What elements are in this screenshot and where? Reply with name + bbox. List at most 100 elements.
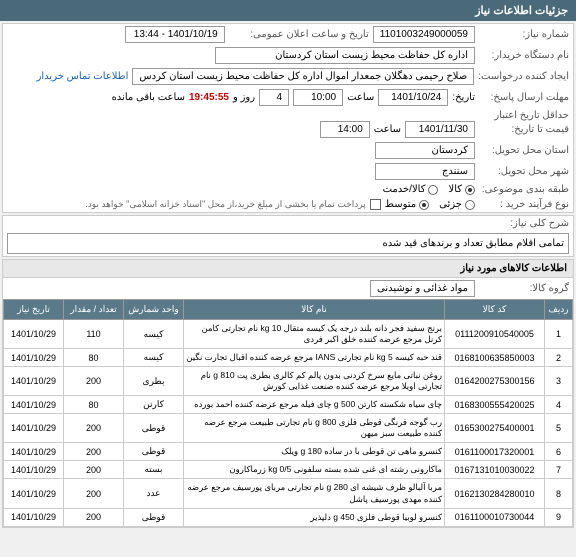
radio-partial[interactable]: جزئی (439, 199, 475, 210)
table-row: 30164200275300156روغن نباتی مایع سرخ کرد… (4, 367, 573, 396)
table-row: 20168100635850003قند حبه کیسه 5 kg نام ت… (4, 349, 573, 367)
creator-label: ایجاد کننده درخواست: (478, 71, 569, 82)
cell-name: رب گوجه فرنگی قوطی فلزی 800 g نام تجارتی… (184, 414, 445, 443)
payment-checkbox[interactable] (370, 199, 381, 210)
buyer-field: اداره کل حفاظت محیط زیست استان کردستان (215, 47, 475, 64)
cell-unit: کیسه (124, 320, 184, 349)
category-label: طبقه بندی موضوعی: (479, 184, 569, 195)
creator-field: صلاح رحیمی دهگلان جمعدار اموال اداره کل … (132, 68, 474, 85)
radio-dot-icon (465, 200, 475, 210)
cell-unit: بسته (124, 461, 184, 479)
radio-medium[interactable]: متوسط (385, 199, 429, 210)
province-field: کردستان (375, 142, 475, 159)
cell-row: 1 (545, 320, 573, 349)
radio-service[interactable]: کالا/خدمت (383, 184, 439, 195)
cell-unit: عدد (124, 479, 184, 508)
col-date: تاریخ نیاز (4, 300, 64, 320)
table-row: 80162130284280010مربا آلبالو ظرف شیشه ای… (4, 479, 573, 508)
cell-name: ماکارونی رشته ای غنی شده بسته سلفونی kg … (184, 461, 445, 479)
group-field: مواد غذائی و نوشیدنی (370, 280, 475, 297)
payment-note: پرداخت تمام یا بخشی از مبلغ خرید،از محل … (85, 199, 365, 210)
cell-code: 0111200910540005 (445, 320, 545, 349)
radio-dot-icon (465, 185, 475, 195)
cell-qty: 200 (64, 443, 124, 461)
validity-date: 1401/11/30 (405, 121, 475, 138)
deadline-date-label: تاریخ: (452, 92, 475, 103)
remaining-label: ساعت باقی مانده (112, 92, 185, 103)
desc-box: تمامی اقلام مطابق تعداد و برندهای قید شد… (7, 233, 569, 254)
col-qty: تعداد / مقدار (64, 300, 124, 320)
col-name: نام کالا (184, 300, 445, 320)
cell-unit: قوطی (124, 508, 184, 526)
cell-row: 7 (545, 461, 573, 479)
cell-row: 4 (545, 396, 573, 414)
cell-unit: قوطی (124, 443, 184, 461)
cell-code: 0167131010030022 (445, 461, 545, 479)
deadline-time: 10:00 (293, 89, 343, 106)
desc-label: شرح کلی نیاز: (479, 218, 569, 229)
cell-row: 8 (545, 479, 573, 508)
table-row: 50165300275400001رب گوجه فرنگی قوطی فلزی… (4, 414, 573, 443)
radio-goods[interactable]: کالا (448, 184, 475, 195)
validity-label2: قیمت تا تاریخ: (479, 124, 569, 135)
cell-date: 1401/10/29 (4, 367, 64, 396)
cell-date: 1401/10/29 (4, 414, 64, 443)
table-row: 40168300555420025چای سیاه شکسته کارتن 50… (4, 396, 573, 414)
process-label: نوع فرآیند خرید : (479, 199, 569, 210)
cell-date: 1401/10/29 (4, 508, 64, 526)
cell-qty: 200 (64, 414, 124, 443)
cell-code: 0168100635850003 (445, 349, 545, 367)
city-field: سنندج (375, 163, 475, 180)
col-unit: واحد شمارش (124, 300, 184, 320)
announce-field: 1401/10/19 - 13:44 (125, 26, 225, 43)
cell-name: برنج سفید فجر دانه بلند درجه یک کیسه متق… (184, 320, 445, 349)
contact-link[interactable]: اطلاعات تماس خریدار (37, 71, 129, 82)
cell-name: مربا آلبالو ظرف شیشه ای 280 g نام تجارتی… (184, 479, 445, 508)
table-row: 10111200910540005برنج سفید فجر دانه بلند… (4, 320, 573, 349)
radio-dot-icon (419, 200, 429, 210)
category-radio-group: کالا کالا/خدمت (383, 184, 475, 195)
cell-row: 5 (545, 414, 573, 443)
cell-qty: 110 (64, 320, 124, 349)
cell-unit: بطری (124, 367, 184, 396)
niaz-no-label: شماره نیاز: (479, 29, 569, 40)
cell-row: 9 (545, 508, 573, 526)
cell-date: 1401/10/29 (4, 461, 64, 479)
cell-date: 1401/10/29 (4, 349, 64, 367)
cell-row: 2 (545, 349, 573, 367)
group-label: گروه کالا: (479, 283, 569, 294)
remaining-days: 4 (259, 89, 289, 106)
col-row: ردیف (545, 300, 573, 320)
cell-date: 1401/10/29 (4, 479, 64, 508)
niaz-no-field: 1101003249000059 (373, 26, 475, 43)
buyer-label: نام دستگاه خریدار: (479, 50, 569, 61)
table-row: 70167131010030022ماکارونی رشته ای غنی شد… (4, 461, 573, 479)
cell-name: کنسرو لوبیا قوطی فلزی 450 g دلپذیر (184, 508, 445, 526)
table-row: 90161100010730044کنسرو لوبیا قوطی فلزی 4… (4, 508, 573, 526)
deadline-label: مهلت ارسال پاسخ: (479, 92, 569, 103)
cell-unit: کیسه (124, 349, 184, 367)
cell-code: 0165300275400001 (445, 414, 545, 443)
cell-unit: کارتن (124, 396, 184, 414)
cell-name: کنسرو ماهی تن قوطی با در ساده 180 g ویلک (184, 443, 445, 461)
announce-label: تاریخ و ساعت اعلان عمومی: (229, 29, 369, 40)
province-label: استان محل تحویل: (479, 145, 569, 156)
cell-code: 0161100017320001 (445, 443, 545, 461)
cell-date: 1401/10/29 (4, 396, 64, 414)
radio-dot-icon (428, 185, 438, 195)
cell-name: قند حبه کیسه 5 kg نام تجارتی IANS مرجع ع… (184, 349, 445, 367)
deadline-time-label: ساعت (347, 92, 374, 103)
col-code: کد کالا (445, 300, 545, 320)
cell-qty: 80 (64, 349, 124, 367)
cell-qty: 200 (64, 461, 124, 479)
countdown: 19:45:55 (189, 92, 229, 103)
remaining-days-label: روز و (233, 92, 255, 103)
city-label: شهر محل تحویل: (479, 166, 569, 177)
validity-time-label: ساعت (374, 124, 401, 135)
process-radio-group: جزئی متوسط (385, 199, 475, 210)
cell-code: 0161100010730044 (445, 508, 545, 526)
table-row: 60161100017320001کنسرو ماهی تن قوطی با د… (4, 443, 573, 461)
cell-qty: 80 (64, 396, 124, 414)
cell-date: 1401/10/29 (4, 443, 64, 461)
deadline-date: 1401/10/24 (378, 89, 448, 106)
